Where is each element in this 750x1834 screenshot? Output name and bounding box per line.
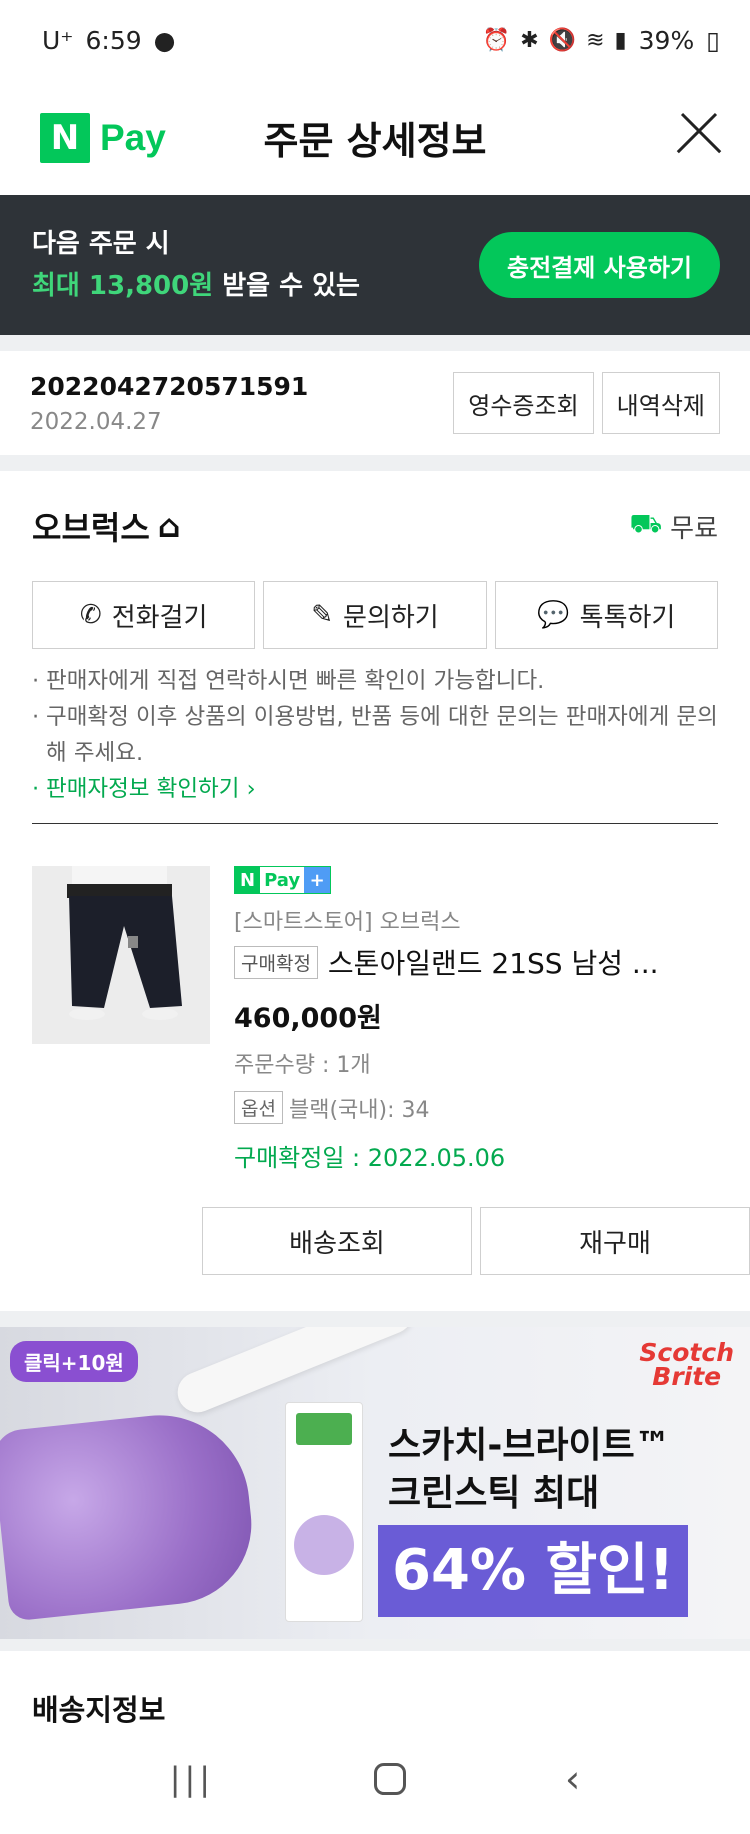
ad-headline-line1: 스카치-브라이트™ [388,1425,671,1466]
system-nav-bar: ||| ‹ [0,1724,750,1834]
status-left: U⁺ 6:59 ● [42,26,175,55]
seller-section: 오브럭스 ⌂ ⛟ 무료 ✆ 전화걸기 ✎ 문의하기 💬 톡톡하기 판매자에게 직… [0,471,750,1173]
recent-apps-button[interactable]: ||| [170,1760,214,1798]
order-meta: 2022042720571591 2022.04.27 [30,372,308,435]
seller-name: 오브럭스 [32,509,150,547]
promo-line1: 다음 주문 시 [32,229,170,259]
seller-info-link-label: 판매자정보 확인하기 [46,776,240,802]
npay-badge-pay: Pay [264,869,301,891]
note-item: 판매자에게 직접 연락하시면 빠른 확인이 가능합니다. [32,663,718,699]
promo-text: 다음 주문 시 최대 13,800원 받을 수 있는 [32,223,360,307]
status-right: ⏰ ✱ 🔇 ≋ ▮ 39% ▯ [483,26,720,55]
ad-package-image [285,1402,363,1622]
ad-discount: 64% 할인! [378,1525,689,1617]
signal-icon: ▮ [614,27,627,53]
bluetooth-icon: ✱ [520,27,539,53]
product-option: 옵션 블랙(국내): 34 [234,1091,718,1124]
section-divider [0,1639,750,1651]
chat-icon: 💬 [537,600,570,630]
ad-sponge-image [0,1406,260,1622]
npay-plus-badge: N Pay + [234,866,332,894]
ad-headline-line2: 크린스틱 최대 [388,1473,600,1514]
ad-headline: 스카치-브라이트™ 크린스틱 최대 [388,1422,671,1518]
home-button[interactable] [373,1763,406,1795]
talk-label: 톡톡하기 [579,602,676,633]
status-icons: ⏰ ✱ 🔇 ≋ ▮ [483,28,627,53]
option-tag: 옵션 [234,1091,283,1124]
receipt-button[interactable]: 영수증조회 [453,372,594,434]
section-divider [0,455,750,471]
charge-pay-button[interactable]: 충전결제 사용하기 [479,232,720,298]
product-title-line[interactable]: 구매확정 스톤아일랜드 21SS 남성 ... [234,942,718,982]
seller-notes: 판매자에게 직접 연락하시면 빠른 확인이 가능합니다. 구매확정 이후 상품의… [32,649,718,824]
npay-text: Pay [100,116,166,158]
carrier-label: U⁺ [42,25,74,55]
pants-image [32,866,210,1044]
npay-logo: N Pay [40,112,166,163]
badge-row: N Pay + [234,866,718,894]
inquiry-label: 문의하기 [343,602,439,633]
phone-icon: ✆ [79,600,102,630]
plus-icon: + [304,867,331,893]
notification-icon: ● [153,25,176,55]
order-number: 2022042720571591 [30,371,309,401]
status-badge: 구매확정 [234,945,318,979]
ad-banner[interactable]: 클릭+10원 Scotch Brite 스카치-브라이트™ 크린스틱 최대 64… [0,1327,750,1639]
promo-banner: 다음 주문 시 최대 13,800원 받을 수 있는 충전결제 사용하기 [0,195,750,335]
call-label: 전화걸기 [111,602,208,633]
seller-header: 오브럭스 ⌂ ⛟ 무료 [32,471,718,581]
promo-line2-rest: 받을 수 있는 [213,271,360,301]
rebuy-button[interactable]: 재구매 [480,1207,750,1275]
scotch-brite-logo: Scotch Brite [639,1338,734,1391]
truck-icon: ⛟ [629,509,663,539]
product-price: 460,000원 [234,1003,382,1034]
order-date: 2022.04.27 [30,408,162,435]
product-item: N Pay + [스마트스토어] 오브럭스 구매확정 스톤아일랜드 21SS 남… [32,824,718,1173]
wifi-icon: ≋ [586,27,605,53]
npay-badge-n: N [235,867,261,893]
product-actions: 배송조회 재구매 [202,1207,750,1275]
npay-n-icon: N [40,112,90,163]
delete-history-button[interactable]: 내역삭제 [601,372,720,434]
note-item: 구매확정 이후 상품의 이용방법, 반품 등에 대한 문의는 판매자에게 문의해… [32,699,718,771]
seller-info-link[interactable]: 판매자정보 확인하기 › [32,771,718,807]
promo-line2: 최대 13,800원 받을 수 있는 [32,265,360,307]
status-bar: U⁺ 6:59 ● ⏰ ✱ 🔇 ≋ ▮ 39% ▯ [0,0,750,80]
shipping-info: ⛟ 무료 [629,508,718,545]
alarm-icon: ⏰ [482,27,511,53]
back-button[interactable]: ‹ [565,1757,580,1801]
battery-icon: ▯ [706,25,720,55]
page-header: N Pay 주문 상세정보 [0,80,750,195]
option-value: 블랙(국내): 34 [288,1097,430,1123]
chevron-right-icon: › [246,776,256,802]
contact-buttons: ✆ 전화걸기 ✎ 문의하기 💬 톡톡하기 [32,581,718,649]
purchase-confirm-date: 구매확정일 : 2022.05.06 [234,1144,506,1172]
shipping-fee: 무료 [670,513,718,544]
track-shipping-button[interactable]: 배송조회 [202,1207,472,1275]
promo-highlight: 최대 13,800원 [32,271,214,301]
call-button[interactable]: ✆ 전화걸기 [32,581,256,649]
ad-click-badge: 클릭+10원 [10,1341,138,1382]
product-title: 스톤아일랜드 21SS 남성 ... [327,947,659,980]
talktalk-button[interactable]: 💬 톡톡하기 [494,581,718,649]
store-name[interactable]: [스마트스토어] 오브럭스 [234,904,718,936]
product-image[interactable] [32,866,210,1044]
store-home-icon: ⌂ [157,507,181,545]
section-divider [0,1311,750,1327]
order-quantity: 주문수량 : 1개 [234,1053,371,1078]
edit-icon: ✎ [311,600,334,630]
product-body: N Pay + [스마트스토어] 오브럭스 구매확정 스톤아일랜드 21SS 남… [234,866,718,1173]
clock: 6:59 [85,25,142,55]
seller-name-link[interactable]: 오브럭스 ⌂ [32,503,181,549]
mute-icon: 🔇 [548,27,577,53]
inquiry-button[interactable]: ✎ 문의하기 [263,581,487,649]
close-icon[interactable] [676,116,720,160]
order-buttons: 영수증조회 내역삭제 [453,372,720,434]
section-divider [0,335,750,351]
order-info: 2022042720571591 2022.04.27 영수증조회 내역삭제 [0,351,750,455]
battery-level: 39% [638,25,695,55]
